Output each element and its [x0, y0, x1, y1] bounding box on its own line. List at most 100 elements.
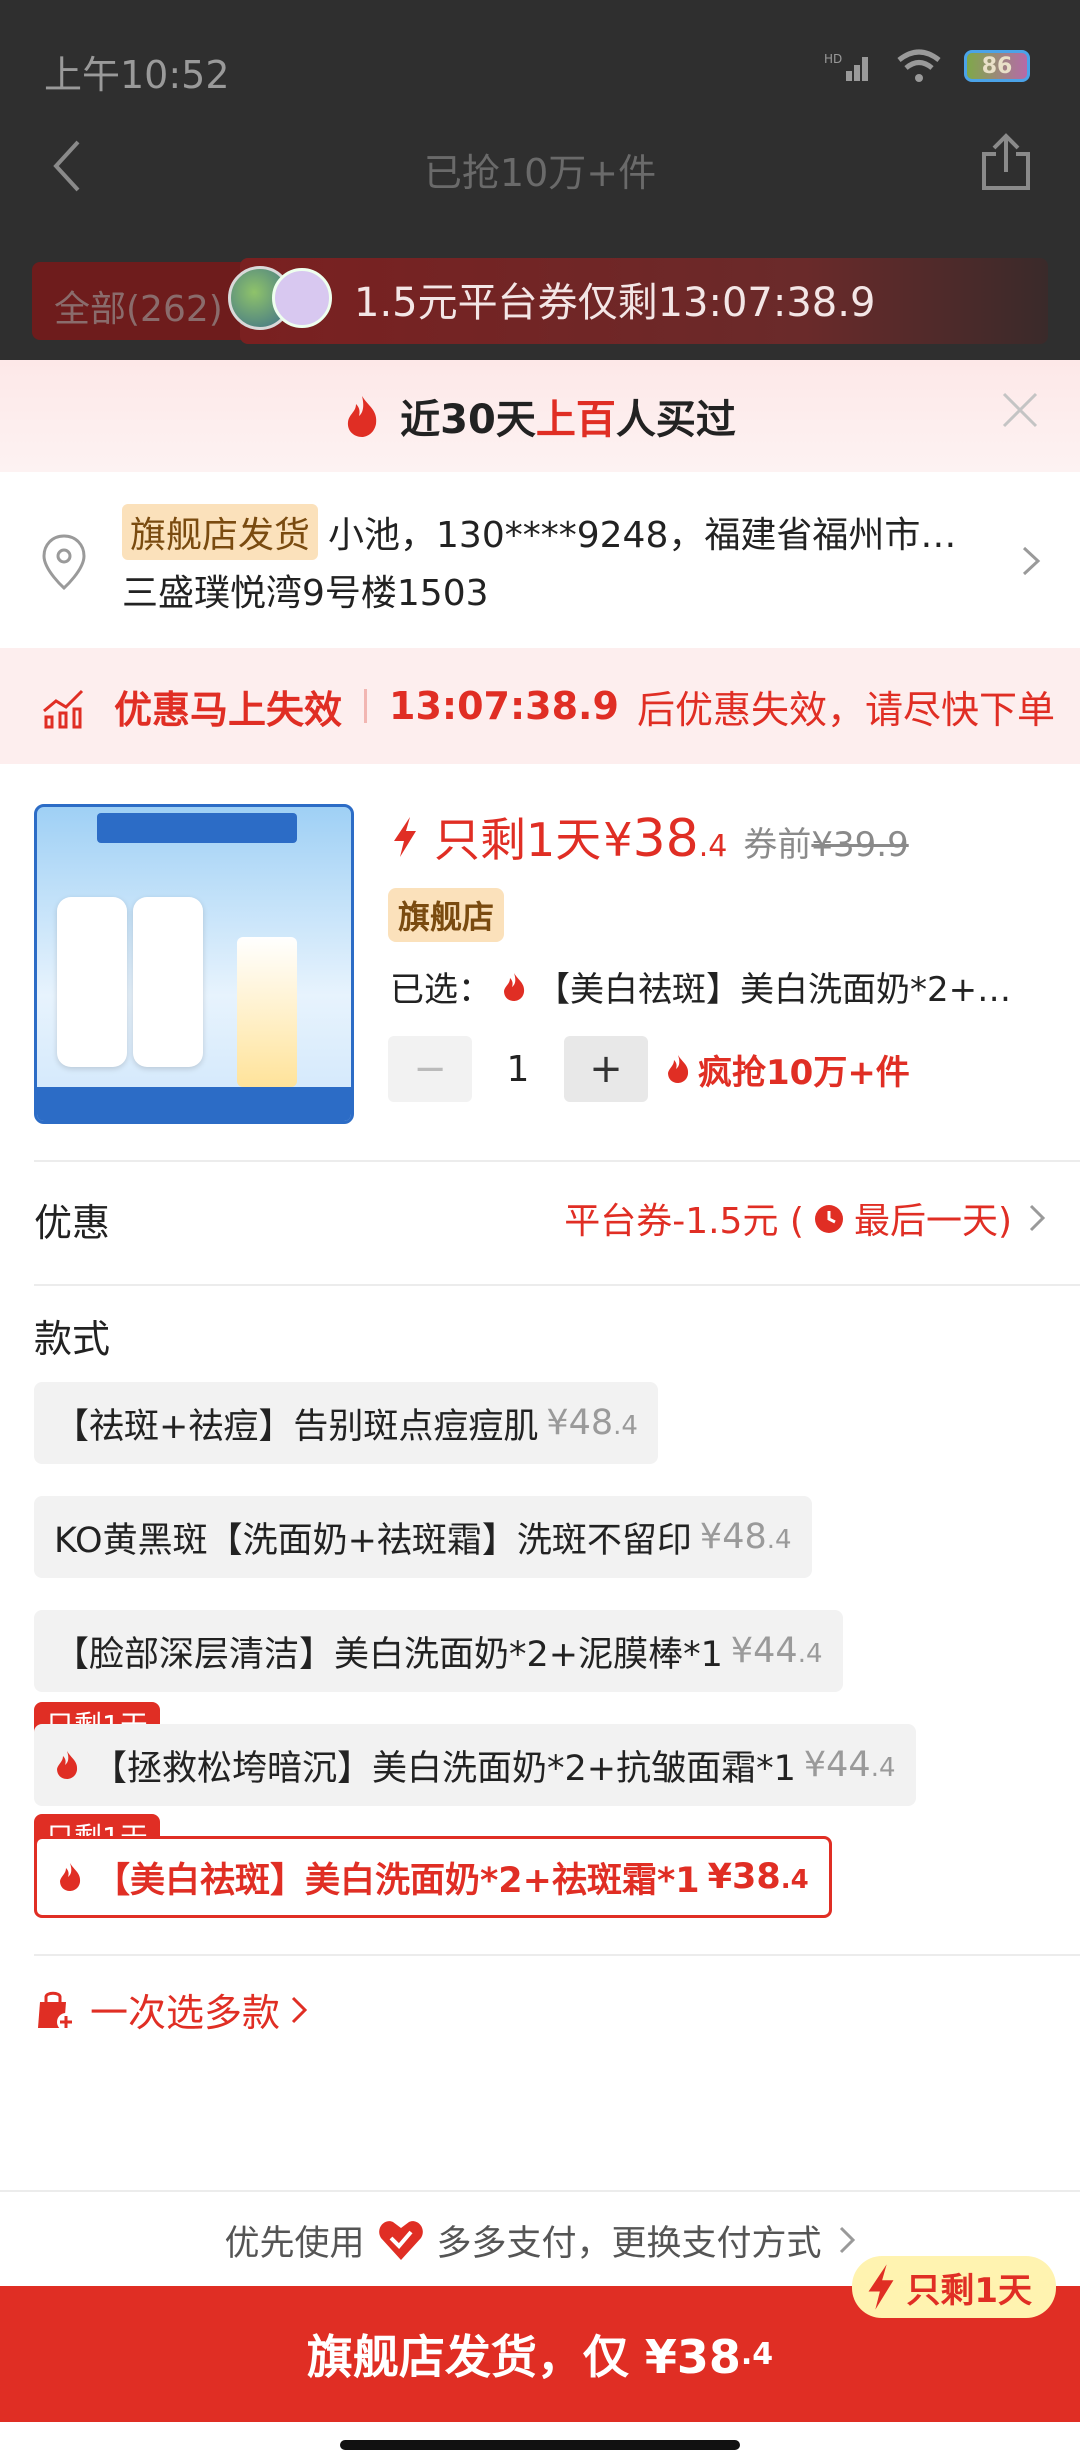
style-option-label: KO黄黑斑【洗面奶+祛斑霜】洗斑不留印: [54, 1520, 692, 1561]
quantity-plus-button[interactable]: +: [564, 1036, 648, 1102]
background-page: 上午10:52 HD 86 已抢10万+件 全部(262) 1.5元平台券仅剩1…: [0, 0, 1080, 360]
product-summary: 只剩1天 ¥ 38 .4 券前¥39.9 旗舰店 已选： 【美白祛斑】美白洗面奶…: [0, 764, 1080, 1124]
coupon-banner-text: 1.5元平台券仅剩13:07:38.9: [354, 280, 876, 326]
product-tube: [237, 937, 297, 1087]
status-bar: 上午10:52 HD 86: [0, 0, 1080, 130]
fire-icon: [60, 1863, 81, 1891]
svg-text:HD: HD: [824, 52, 842, 66]
fire-icon: [348, 396, 377, 437]
chevron-right-icon: [839, 2226, 855, 2254]
store-tag: 旗舰店发货: [122, 504, 319, 560]
quantity-value: 1: [506, 1048, 530, 1090]
urgency-title: 优惠马上失效: [114, 687, 343, 732]
multi-select-link[interactable]: 一次选多款: [34, 1982, 308, 2037]
style-option-label: 【脸部深层清洁】美白洗面奶*2+泥膜棒*1: [54, 1634, 723, 1675]
style-option-price-dec: .4: [766, 1525, 792, 1555]
style-option-price-dec: .4: [613, 1411, 638, 1441]
style-option-label: 【祛斑+祛痘】告别斑点痘痘肌: [54, 1406, 539, 1447]
price-prefix: 只剩1天: [434, 813, 602, 867]
address-line-1: 旗舰店发货 小池，130****9248，福建省福州市…: [122, 504, 982, 560]
product-image-banner: [97, 813, 297, 843]
header-prefix: 近30天: [400, 397, 536, 443]
address-contact: 小池，130****9248，福建省福州市…: [328, 515, 957, 556]
quantity-minus-button[interactable]: −: [388, 1036, 472, 1102]
selected-variant: 已选： 【美白祛斑】美白洗面奶*2+…: [390, 962, 1050, 1011]
style-option[interactable]: 【脸部深层清洁】美白洗面奶*2+泥膜棒*1 ¥44.4: [34, 1610, 843, 1692]
style-option-price: ¥48.4: [546, 1403, 638, 1443]
header-suffix: 人买过: [615, 397, 736, 443]
product-bottle: [133, 897, 203, 1067]
selected-value: 【美白祛斑】美白洗面奶*2+…: [536, 970, 1012, 1010]
location-icon: [42, 534, 86, 591]
checkout-label: 旗舰店发货，仅 ¥38: [306, 2330, 741, 2384]
discount-row[interactable]: 优惠 平台券-1.5元 ( 最后一天): [0, 1152, 1080, 1272]
price-currency: ¥: [603, 813, 633, 867]
fire-icon: [504, 972, 525, 1001]
quantity-stepper: − 1 + 疯抢10万+件: [388, 1036, 910, 1102]
divider: [364, 689, 368, 723]
style-option[interactable]: 【祛斑+祛痘】告别斑点痘痘肌 ¥48.4: [34, 1382, 658, 1464]
price-before-value: ¥39.9: [811, 825, 909, 865]
style-option-price: ¥44.4: [731, 1631, 823, 1671]
sheet-header: 近30天 上百 人买过: [0, 360, 1080, 472]
heart-shield-icon: [378, 2221, 423, 2260]
discount-value-prefix: 平台券-1.5元 (: [564, 1201, 804, 1242]
style-option-label: 【美白祛斑】美白洗面奶*2+祛斑霜*1: [95, 1860, 700, 1901]
signal-icon: HD: [824, 52, 868, 81]
status-icons: HD 86: [824, 48, 1030, 84]
address-line-2: 三盛璞悦湾9号楼1503: [122, 573, 489, 614]
price-line: 只剩1天 ¥ 38 .4 券前¥39.9: [390, 804, 909, 870]
chevron-right-icon: [291, 1996, 308, 2023]
discount-value: 平台券-1.5元 ( 最后一天): [564, 1192, 1046, 1244]
product-image[interactable]: [34, 804, 354, 1124]
hot-sale-text: 疯抢10万+件: [698, 1052, 910, 1093]
buyer-avatars: [228, 266, 338, 336]
urgency-countdown: 13:07:38.9: [389, 684, 619, 728]
alarm-clock-icon: [814, 1205, 843, 1233]
close-icon[interactable]: [1000, 390, 1040, 430]
discount-value-suffix: 最后一天): [853, 1201, 1012, 1242]
style-option-price-int: ¥44: [730, 1631, 798, 1671]
style-option-price-dec: .4: [780, 1865, 809, 1895]
checkout-label-decimal: .4: [740, 2336, 774, 2372]
divider: [34, 1284, 1080, 1286]
share-icon[interactable]: [978, 132, 1034, 192]
trend-chart-icon: [43, 689, 84, 729]
status-time: 上午10:52: [44, 53, 230, 97]
nav-bar: 已抢10万+件: [0, 120, 1080, 210]
shopping-bag-plus-icon: [38, 1991, 75, 2031]
payment-suffix: 多多支付，更换支付方式: [436, 2223, 822, 2264]
price-decimal: .4: [698, 829, 728, 864]
style-option[interactable]: KO黄黑斑【洗面奶+祛斑霜】洗斑不留印 ¥48.4: [34, 1496, 812, 1578]
sku-sheet: 近30天 上百 人买过 旗舰店发货 小池，130****9248，福建省福州市… …: [0, 360, 1080, 2460]
payment-prefix: 优先使用: [224, 2223, 365, 2264]
address-row[interactable]: 旗舰店发货 小池，130****9248，福建省福州市… 三盛璞悦湾9号楼1503: [0, 472, 1080, 648]
lightning-icon: [394, 817, 416, 857]
cta-limited-badge: 只剩1天: [852, 2256, 1056, 2318]
home-indicator: [340, 2440, 740, 2450]
product-bottle: [57, 897, 127, 1067]
style-option-price: ¥38.4: [708, 1857, 809, 1897]
style-option-selected[interactable]: 【美白祛斑】美白洗面奶*2+祛斑霜*1 ¥38.4: [34, 1836, 832, 1918]
price-before-coupon: 券前¥39.9: [743, 817, 908, 866]
chevron-right-icon: [1029, 1204, 1046, 1232]
chevron-right-icon: [1022, 546, 1041, 576]
price-before-label: 券前: [743, 825, 812, 865]
style-option-price-int: ¥38: [707, 1857, 781, 1897]
divider: [0, 2190, 1080, 2192]
urgency-bar: 优惠马上失效 13:07:38.9 后优惠失效，请尽快下单: [0, 648, 1080, 764]
lightning-icon: [868, 2264, 894, 2310]
style-option[interactable]: 【拯救松垮暗沉】美白洗面奶*2+抗皱面霜*1 ¥44.4: [34, 1724, 916, 1806]
fire-icon: [668, 1055, 689, 1083]
style-option-price: ¥44.4: [804, 1745, 896, 1785]
tab-all[interactable]: 全部(262): [32, 262, 256, 340]
discount-label: 优惠: [34, 1201, 111, 1245]
battery-icon: 86: [964, 50, 1030, 82]
urgency-message: 后优惠失效，请尽快下单: [636, 687, 1055, 732]
avatar: [272, 268, 332, 328]
style-option-price-int: ¥48: [546, 1403, 614, 1443]
hot-sale-label: 疯抢10万+件: [666, 1045, 910, 1094]
price-integer: 38: [632, 809, 699, 869]
style-option-price-dec: .4: [870, 1753, 896, 1783]
product-image-caption: [37, 1087, 351, 1121]
